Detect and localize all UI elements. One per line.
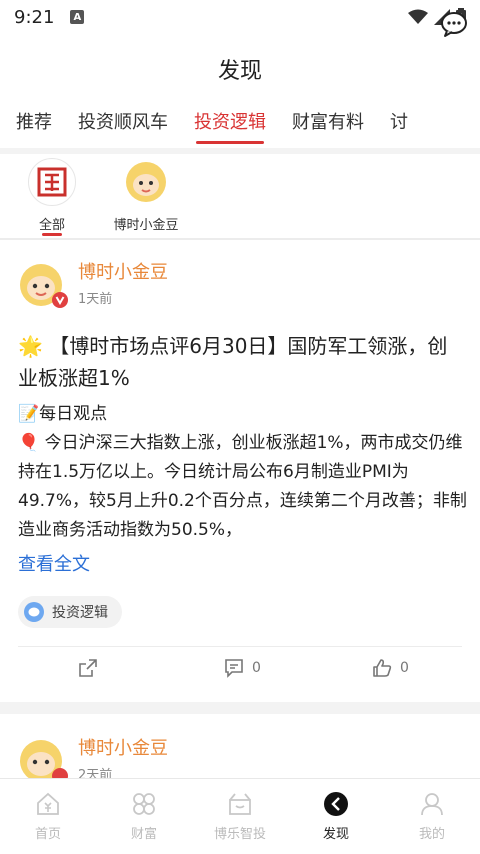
bottom-nav: 首页 财富 博乐智投 发现 我的 [0,778,480,854]
mascot-avatar-icon [122,158,170,206]
chat-bubble-icon[interactable] [440,10,468,38]
share-icon [79,659,97,677]
brand-logo-icon [28,158,76,206]
divider [0,702,480,714]
divider [0,148,480,154]
wealth-icon [133,793,155,815]
nav-mine[interactable]: 我的 [384,779,480,854]
divider [18,646,462,647]
share-button[interactable] [78,658,98,678]
topic-chat-icon [24,602,44,622]
nav-home-label: 首页 [34,827,61,842]
divider [0,238,480,240]
author-name[interactable]: 博时小金豆 [78,734,168,760]
active-indicator [42,233,62,236]
filter-boshi[interactable]: 博时小金豆 [113,156,179,238]
status-time: 9:21 [14,6,55,28]
filter-all[interactable]: 全部 [22,156,82,238]
tab-invest-ride[interactable]: 投资顺风车 [78,100,168,148]
nav-bolezhitou[interactable]: 博乐智投 [192,779,288,854]
wifi-icon [408,9,428,24]
like-count: 0 [400,660,409,676]
nav-discover[interactable]: 发现 [288,779,384,854]
tab-recommend[interactable]: 推荐 [16,100,52,148]
status-bar: 9:21 A [0,0,480,34]
tab-discuss[interactable]: 讨 [390,100,408,148]
post-card[interactable]: 博时小金豆 1天前 🌟 【博时市场点评6月30日】国防军工领涨，创业板涨超1% … [0,258,480,698]
notification-a-icon: A [70,10,85,24]
post-title: 🌟 【博时市场点评6月30日】国防军工领涨，创业板涨超1% [18,334,448,390]
comment-button[interactable]: 0 [224,658,261,678]
like-button[interactable]: 0 [372,658,409,678]
author-filter: 全部 博时小金豆 [0,156,480,238]
post-section-label: 📝每日观点 [18,404,108,424]
post-card[interactable]: 博时小金豆 2天前 [0,734,480,778]
page-title: 发现 [217,59,262,84]
home-icon [37,792,59,815]
verified-badge-icon [52,292,68,308]
verified-badge-icon [52,768,68,778]
gift-icon [229,793,251,815]
comment-icon [225,659,243,678]
author-name[interactable]: 博时小金豆 [78,258,168,284]
filter-all-label: 全部 [38,218,65,233]
nav-discover-label: 发现 [322,827,349,842]
user-icon [421,793,443,816]
tab-wealth[interactable]: 财富有料 [292,100,364,148]
post-time: 1天前 [78,292,113,307]
tab-invest-logic[interactable]: 投资逻辑 [194,100,266,148]
post-time: 2天前 [78,768,113,778]
read-more-link[interactable]: 查看全文 [18,550,90,576]
filter-boshi-label: 博时小金豆 [113,218,179,233]
discover-icon [324,792,348,816]
category-tabs: 推荐 投资顺风车 投资逻辑 财富有料 讨 [0,100,480,148]
nav-bolezhitou-label: 博乐智投 [213,827,266,842]
nav-wealth[interactable]: 财富 [96,779,192,854]
nav-home[interactable]: 首页 [0,779,96,854]
thumbs-up-icon [373,659,392,677]
topic-tag-label: 投资逻辑 [52,605,108,621]
nav-mine-label: 我的 [418,827,445,842]
post-body: 🎈 今日沪深三大指数上涨，创业板涨超1%，两市成交仍维持在1.5万亿以上。今日统… [18,433,467,540]
topic-tag[interactable]: 投资逻辑 [18,596,122,628]
comment-count: 0 [252,660,261,676]
nav-wealth-label: 财富 [130,827,157,842]
